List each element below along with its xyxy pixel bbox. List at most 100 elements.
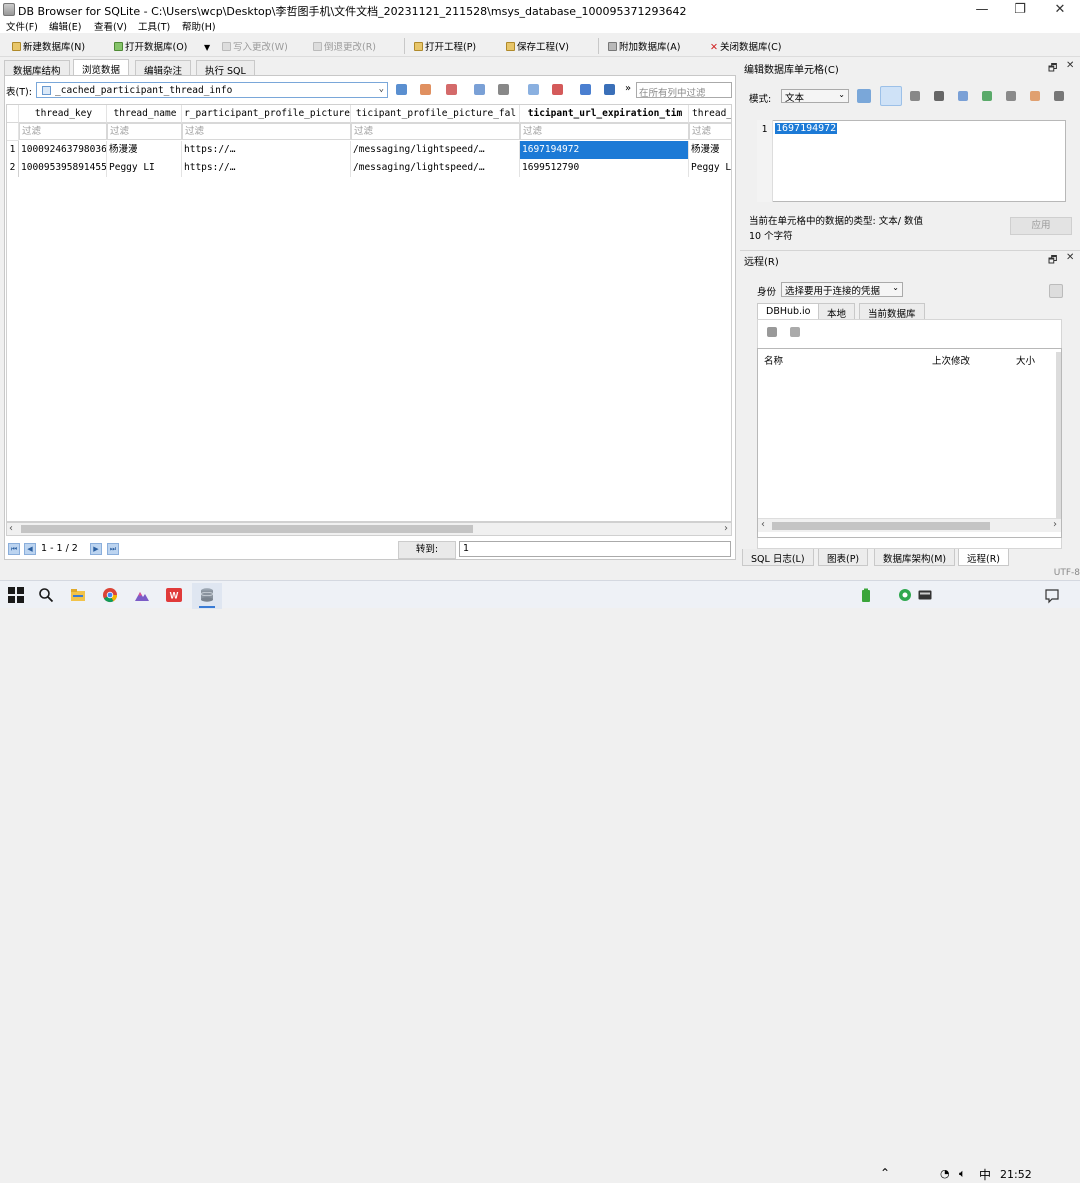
table-cell[interactable]: https://… bbox=[182, 159, 351, 177]
corner-header[interactable] bbox=[7, 105, 19, 123]
scrollbar-thumb[interactable] bbox=[772, 522, 990, 530]
green-tray-icon[interactable] bbox=[898, 588, 912, 604]
remote-vertical-scrollbar[interactable] bbox=[1056, 352, 1061, 532]
table-cell[interactable]: /messaging/lightspeed/… bbox=[351, 141, 520, 159]
open-database-dropdown[interactable]: ▼ bbox=[204, 43, 210, 57]
table-cell[interactable]: 1699512790 bbox=[520, 159, 689, 177]
taskbar-clock[interactable]: 21:52 bbox=[1000, 1168, 1032, 1181]
previous-page-icon[interactable]: ◀ bbox=[24, 543, 36, 555]
clear-cell-icon[interactable] bbox=[1030, 91, 1040, 101]
close-panel-icon[interactable]: ✕ bbox=[1066, 252, 1074, 263]
column-filter-input[interactable]: 过滤 bbox=[520, 123, 689, 140]
tab-edit-pragmas[interactable]: 编辑杂注 bbox=[135, 60, 192, 77]
column-header[interactable]: 大小 bbox=[1016, 353, 1035, 367]
table-cell[interactable]: /messaging/lightspeed/… bbox=[351, 159, 520, 177]
refresh-icon[interactable] bbox=[767, 327, 777, 337]
scroll-left-icon[interactable]: ‹ bbox=[761, 519, 765, 530]
save-view-icon[interactable] bbox=[474, 84, 485, 95]
column-header[interactable]: thread_key bbox=[19, 105, 107, 123]
close-database-button[interactable]: ✕ 关闭数据库(C) bbox=[710, 39, 782, 53]
new-database-button[interactable]: 新建数据库(N) bbox=[12, 39, 85, 53]
export-icon[interactable] bbox=[958, 91, 968, 101]
tab-sql-log[interactable]: SQL 日志(L) bbox=[742, 549, 814, 566]
clear-filters-icon[interactable] bbox=[420, 84, 431, 95]
search-icon[interactable] bbox=[38, 587, 54, 603]
cell-editor-value[interactable]: 1697194972 bbox=[775, 123, 838, 134]
windows-start-icon[interactable] bbox=[8, 587, 24, 603]
filter-all-columns-input[interactable]: 在所有列中过滤 bbox=[636, 82, 732, 98]
open-project-button[interactable]: 打开工程(P) bbox=[414, 39, 476, 53]
volume-icon[interactable]: 🔈︎ bbox=[959, 1167, 966, 1181]
wps-office-icon[interactable]: W bbox=[166, 587, 182, 603]
auto-switch-mode-icon[interactable] bbox=[857, 89, 871, 103]
column-header[interactable]: ticipant_profile_picture_fal bbox=[351, 105, 520, 123]
set-null-icon[interactable] bbox=[982, 91, 992, 101]
column-filter-input[interactable]: 过滤 bbox=[107, 123, 182, 140]
mode-select[interactable]: 文本 ⌄ bbox=[781, 89, 849, 104]
table-cell[interactable]: https://… bbox=[182, 141, 351, 159]
scroll-right-icon[interactable]: › bbox=[1053, 519, 1057, 530]
chrome-icon[interactable] bbox=[102, 587, 118, 603]
table-cell[interactable]: 杨漫漫 bbox=[689, 141, 731, 159]
column-filter-input[interactable]: 过滤 bbox=[351, 123, 520, 140]
mountain-app-icon[interactable] bbox=[134, 587, 150, 603]
identity-settings-icon[interactable] bbox=[1049, 284, 1063, 298]
menu-help[interactable]: 帮助(H) bbox=[182, 19, 216, 33]
indent-icon[interactable] bbox=[910, 91, 920, 101]
insert-record-icon[interactable] bbox=[528, 84, 539, 95]
apply-button[interactable]: 应用 bbox=[1010, 217, 1072, 235]
refresh-icon[interactable] bbox=[396, 84, 407, 95]
table-select[interactable]: _cached_participant_thread_info ⌄ bbox=[36, 82, 388, 98]
column-header[interactable]: 上次修改 bbox=[932, 353, 970, 367]
row-number[interactable]: 2 bbox=[7, 159, 19, 177]
table-cell[interactable]: 100092463798036 bbox=[19, 141, 107, 159]
float-panel-icon[interactable]: 🗗 bbox=[1048, 253, 1057, 270]
tab-execute-sql[interactable]: 执行 SQL bbox=[196, 60, 255, 77]
selected-table-cell[interactable]: 1697194972 bbox=[520, 141, 689, 159]
tab-local[interactable]: 本地 bbox=[818, 303, 856, 320]
tab-current-database[interactable]: 当前数据库 bbox=[859, 303, 925, 320]
scroll-left-icon[interactable]: ‹ bbox=[9, 523, 13, 534]
tab-database-structure[interactable]: 数据库结构 bbox=[4, 60, 70, 77]
next-page-icon[interactable]: ▶ bbox=[90, 543, 102, 555]
menu-file[interactable]: 文件(F) bbox=[6, 19, 38, 33]
remote-horizontal-scrollbar[interactable]: ‹ › bbox=[758, 518, 1061, 532]
minimize-button[interactable]: — bbox=[962, 0, 1002, 20]
menu-tools[interactable]: 工具(T) bbox=[138, 19, 170, 33]
table-cell[interactable]: 100095395891455 bbox=[19, 159, 107, 177]
restore-button[interactable]: ❐ bbox=[1000, 0, 1040, 20]
goto-row-input[interactable]: 1 bbox=[459, 541, 731, 557]
table-cell[interactable]: Peggy LI bbox=[107, 159, 182, 177]
menu-edit[interactable]: 编辑(E) bbox=[49, 19, 81, 33]
last-page-icon[interactable]: ⏭ bbox=[107, 543, 119, 555]
tab-db-schema[interactable]: 数据库架构(M) bbox=[874, 549, 956, 566]
column-header[interactable]: thread_name bbox=[107, 105, 182, 123]
column-filter-input[interactable]: 过滤 bbox=[182, 123, 351, 140]
write-changes-button[interactable]: 写入更改(W) bbox=[222, 39, 288, 53]
print-cell-icon[interactable] bbox=[1054, 91, 1064, 101]
menu-view[interactable]: 查看(V) bbox=[94, 19, 127, 33]
table-cell[interactable]: Peggy LI bbox=[689, 159, 731, 177]
scroll-right-icon[interactable]: › bbox=[724, 523, 728, 534]
column-header[interactable]: 名称 bbox=[764, 353, 783, 367]
save-project-button[interactable]: 保存工程(V) bbox=[506, 39, 569, 53]
column-header[interactable]: ticipant_url_expiration_tim bbox=[520, 105, 689, 123]
close-panel-icon[interactable]: ✕ bbox=[1066, 60, 1074, 71]
ime-indicator[interactable]: 中 bbox=[979, 1166, 991, 1183]
tab-browse-data[interactable]: 浏览数据 bbox=[73, 59, 130, 76]
float-panel-icon[interactable]: 🗗 bbox=[1048, 61, 1057, 78]
tab-dbhub[interactable]: DBHub.io bbox=[757, 303, 820, 319]
delete-record-icon[interactable] bbox=[552, 84, 563, 95]
revert-changes-button[interactable]: 倒退更改(R) bbox=[313, 39, 376, 53]
close-button[interactable]: ✕ bbox=[1040, 0, 1080, 20]
clear-sorting-icon[interactable] bbox=[446, 84, 457, 95]
file-explorer-icon[interactable] bbox=[70, 587, 86, 603]
open-database-button[interactable]: 打开数据库(O) bbox=[114, 39, 187, 53]
import-icon[interactable] bbox=[934, 91, 944, 101]
tab-plot[interactable]: 图表(P) bbox=[818, 549, 869, 566]
table-cell[interactable]: 杨漫漫 bbox=[107, 141, 182, 159]
attach-database-button[interactable]: 附加数据库(A) bbox=[608, 39, 680, 53]
notification-icon[interactable] bbox=[1044, 588, 1060, 604]
first-page-icon[interactable]: ⏮ bbox=[8, 543, 20, 555]
row-number[interactable]: 1 bbox=[7, 141, 19, 159]
